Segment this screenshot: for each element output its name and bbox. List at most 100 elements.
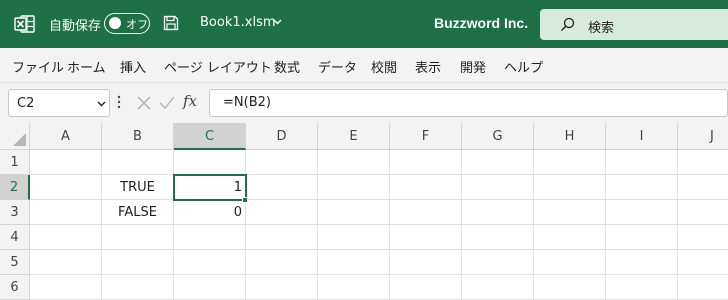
cell-b2[interactable]: TRUE bbox=[102, 175, 174, 200]
cell-d4[interactable] bbox=[246, 225, 318, 250]
menu-page-layout[interactable]: ページ レイアウト bbox=[164, 57, 272, 76]
column-header-e[interactable]: E bbox=[318, 123, 390, 150]
cancel-icon[interactable] bbox=[137, 96, 151, 110]
column-header-a[interactable]: A bbox=[30, 123, 102, 150]
cell-e2[interactable] bbox=[318, 175, 390, 200]
cell-g5[interactable] bbox=[462, 250, 534, 275]
column-header-h[interactable]: H bbox=[534, 123, 606, 150]
cell-j5[interactable] bbox=[678, 250, 728, 275]
fx-icon[interactable]: fx bbox=[183, 92, 197, 110]
cell-a4[interactable] bbox=[30, 225, 102, 250]
cell-j1[interactable] bbox=[678, 150, 728, 175]
cell-i1[interactable] bbox=[606, 150, 678, 175]
row-header-2[interactable]: 2 bbox=[0, 175, 30, 200]
cell-g2[interactable] bbox=[462, 175, 534, 200]
cell-g1[interactable] bbox=[462, 150, 534, 175]
column-header-d[interactable]: D bbox=[246, 123, 318, 150]
cell-e6[interactable] bbox=[318, 275, 390, 300]
chevron-down-icon[interactable] bbox=[273, 19, 282, 25]
column-header-g[interactable]: G bbox=[462, 123, 534, 150]
cell-d3[interactable] bbox=[246, 200, 318, 225]
row-header-4[interactable]: 4 bbox=[0, 225, 30, 250]
cell-e3[interactable] bbox=[318, 200, 390, 225]
cell-g4[interactable] bbox=[462, 225, 534, 250]
column-header-i[interactable]: I bbox=[606, 123, 678, 150]
cell-c2[interactable]: 1 bbox=[174, 175, 246, 200]
cell-h3[interactable] bbox=[534, 200, 606, 225]
cell-a3[interactable] bbox=[30, 200, 102, 225]
cell-f4[interactable] bbox=[390, 225, 462, 250]
cell-c5[interactable] bbox=[174, 250, 246, 275]
cell-f6[interactable] bbox=[390, 275, 462, 300]
row-header-1[interactable]: 1 bbox=[0, 150, 30, 175]
cell-e1[interactable] bbox=[318, 150, 390, 175]
cell-h4[interactable] bbox=[534, 225, 606, 250]
cell-g3[interactable] bbox=[462, 200, 534, 225]
cell-e4[interactable] bbox=[318, 225, 390, 250]
cell-h1[interactable] bbox=[534, 150, 606, 175]
chevron-down-icon[interactable] bbox=[97, 101, 106, 107]
cell-a5[interactable] bbox=[30, 250, 102, 275]
menu-formulas[interactable]: 数式 bbox=[274, 57, 300, 76]
cell-a1[interactable] bbox=[30, 150, 102, 175]
cell-f1[interactable] bbox=[390, 150, 462, 175]
row-header-5[interactable]: 5 bbox=[0, 250, 30, 275]
cell-g6[interactable] bbox=[462, 275, 534, 300]
cell-j2[interactable] bbox=[678, 175, 728, 200]
cell-h2[interactable] bbox=[534, 175, 606, 200]
cell-b3[interactable]: FALSE bbox=[102, 200, 174, 225]
enter-check-icon[interactable] bbox=[159, 96, 175, 110]
fill-handle[interactable] bbox=[242, 197, 248, 203]
more-dots-icon[interactable] bbox=[117, 95, 121, 109]
menu-file[interactable]: ファイル bbox=[12, 57, 64, 76]
cell-f5[interactable] bbox=[390, 250, 462, 275]
menu-review[interactable]: 校閲 bbox=[371, 57, 397, 76]
cell-i5[interactable] bbox=[606, 250, 678, 275]
menu-developer[interactable]: 開発 bbox=[460, 57, 486, 76]
cell-a2[interactable] bbox=[30, 175, 102, 200]
file-name[interactable]: Book1.xlsm bbox=[200, 15, 276, 30]
cell-d1[interactable] bbox=[246, 150, 318, 175]
menu-help[interactable]: ヘルプ bbox=[504, 57, 543, 76]
cell-f2[interactable] bbox=[390, 175, 462, 200]
column-header-j[interactable]: J bbox=[678, 123, 728, 150]
column-header-f[interactable]: F bbox=[390, 123, 462, 150]
cell-b6[interactable] bbox=[102, 275, 174, 300]
cell-j3[interactable] bbox=[678, 200, 728, 225]
cell-j4[interactable] bbox=[678, 225, 728, 250]
autosave-toggle[interactable]: オフ bbox=[104, 13, 150, 34]
column-header-c[interactable]: C bbox=[174, 123, 246, 150]
cell-c1[interactable] bbox=[174, 150, 246, 175]
row-header-3[interactable]: 3 bbox=[0, 200, 30, 225]
cell-i4[interactable] bbox=[606, 225, 678, 250]
formula-input[interactable]: =N(B2) bbox=[209, 89, 728, 117]
cell-f3[interactable] bbox=[390, 200, 462, 225]
cell-c4[interactable] bbox=[174, 225, 246, 250]
cell-b1[interactable] bbox=[102, 150, 174, 175]
cell-c6[interactable] bbox=[174, 275, 246, 300]
cell-i3[interactable] bbox=[606, 200, 678, 225]
search-box[interactable]: 検索 bbox=[540, 9, 728, 40]
cell-d6[interactable] bbox=[246, 275, 318, 300]
select-all-corner[interactable] bbox=[0, 123, 30, 150]
cell-a6[interactable] bbox=[30, 275, 102, 300]
cell-e5[interactable] bbox=[318, 250, 390, 275]
cell-i2[interactable] bbox=[606, 175, 678, 200]
cell-c3[interactable]: 0 bbox=[174, 200, 246, 225]
menu-home[interactable]: ホーム bbox=[67, 57, 106, 76]
cell-i6[interactable] bbox=[606, 275, 678, 300]
cell-h5[interactable] bbox=[534, 250, 606, 275]
excel-icon[interactable] bbox=[14, 14, 36, 34]
cell-d5[interactable] bbox=[246, 250, 318, 275]
cell-b5[interactable] bbox=[102, 250, 174, 275]
cell-j6[interactable] bbox=[678, 275, 728, 300]
column-header-b[interactable]: B bbox=[102, 123, 174, 150]
name-box[interactable]: C2 bbox=[8, 89, 110, 117]
cell-b4[interactable] bbox=[102, 225, 174, 250]
cell-h6[interactable] bbox=[534, 275, 606, 300]
cell-d2[interactable] bbox=[246, 175, 318, 200]
menu-view[interactable]: 表示 bbox=[415, 57, 441, 76]
row-header-6[interactable]: 6 bbox=[0, 275, 30, 300]
menu-insert[interactable]: 挿入 bbox=[120, 57, 146, 76]
save-icon[interactable] bbox=[163, 15, 179, 31]
